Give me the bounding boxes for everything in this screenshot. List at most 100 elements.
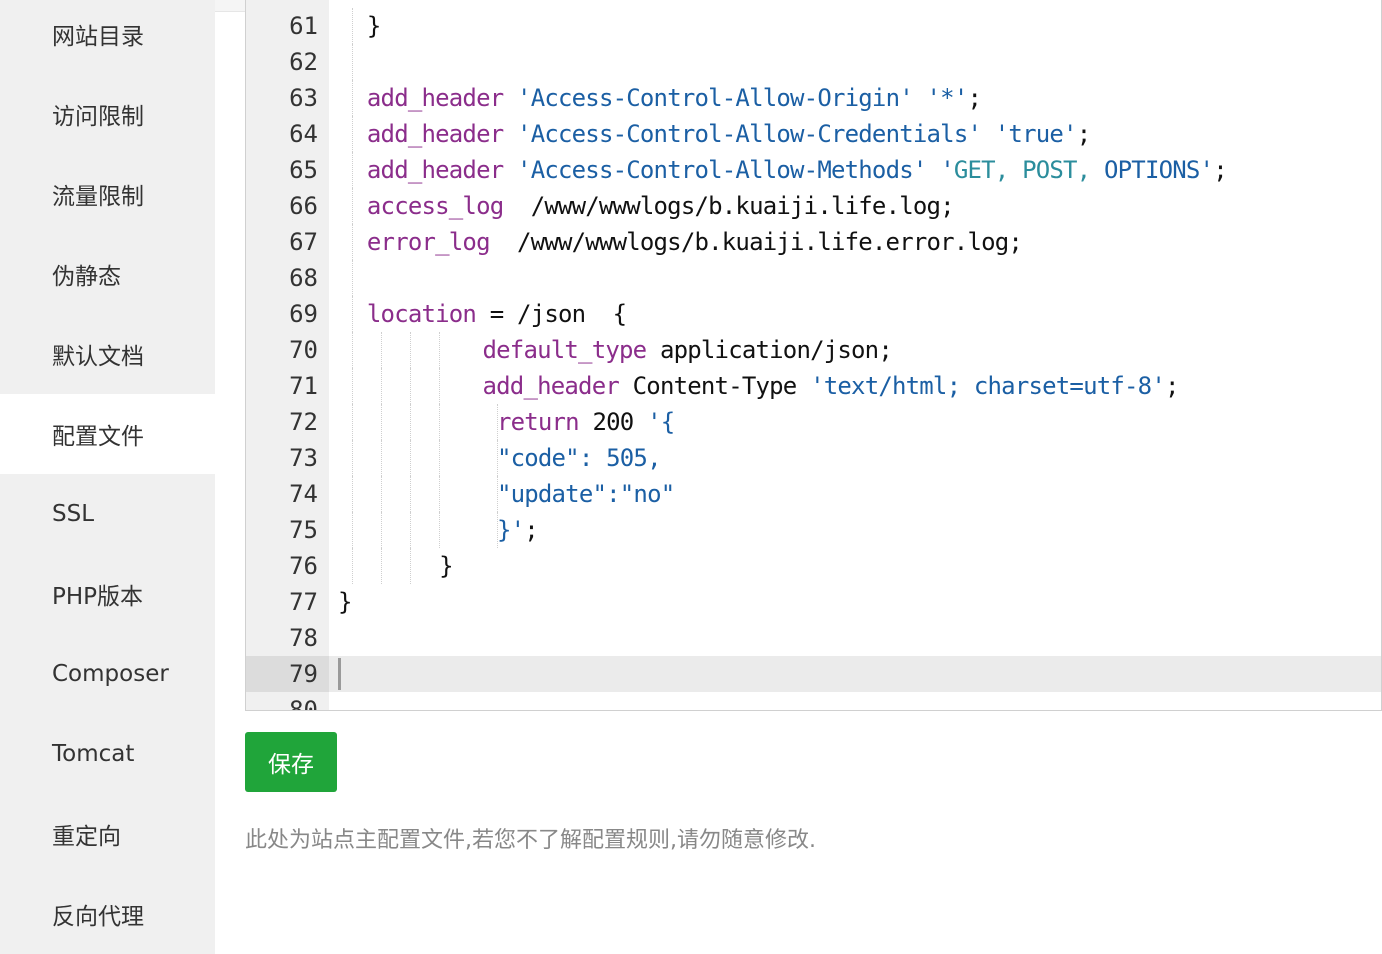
code-token: GET, POST, <box>953 156 1091 184</box>
code-line[interactable]: 79 <box>246 656 1381 692</box>
code-token: application/json; <box>646 336 893 364</box>
code-line[interactable]: 71 add_header Content-Type 'text/html; ch… <box>246 368 1381 404</box>
code-token: "update":"no" <box>496 480 675 508</box>
indent-guide <box>439 440 441 476</box>
sidebar-item[interactable]: Tomcat <box>0 714 215 794</box>
code-line[interactable]: 67 error_log /www/wwwlogs/b.kuaiji.life.e… <box>246 224 1381 260</box>
indent-guide <box>410 548 412 584</box>
code-text: default_type application/json; <box>483 332 893 368</box>
line-number: 69 <box>289 300 318 328</box>
code-line[interactable]: 75}'; <box>246 512 1381 548</box>
indent-guide <box>352 224 354 260</box>
sidebar-item[interactable]: 网站目录 <box>0 0 215 74</box>
line-number: 78 <box>289 624 318 652</box>
sidebar-item[interactable]: PHP版本 <box>0 554 215 634</box>
code-text: error_log /www/wwwlogs/b.kuaiji.life.err… <box>366 224 1023 260</box>
indent-guide <box>439 368 441 404</box>
indent-guide <box>352 368 354 404</box>
code-token: 'Access-Control-Allow-Origin' <box>517 84 914 112</box>
code-line[interactable]: 76} <box>246 548 1381 584</box>
code-line[interactable]: 69 location = /json { <box>246 296 1381 332</box>
code-token: }' <box>496 516 525 544</box>
code-line[interactable]: 61} <box>246 8 1381 44</box>
sidebar-item[interactable]: 访问限制 <box>0 74 215 154</box>
line-number: 71 <box>289 372 318 400</box>
text-cursor <box>338 658 341 690</box>
indent-guide <box>352 116 354 152</box>
indent-guide <box>352 8 354 44</box>
config-warning-text: 此处为站点主配置文件,若您不了解配置规则,请勿随意修改. <box>245 828 816 853</box>
code-line[interactable]: 77} <box>246 584 1381 620</box>
code-text: }'; <box>496 512 539 548</box>
line-number: 64 <box>289 120 318 148</box>
code-token: error_log <box>366 228 491 256</box>
indent-guide <box>410 512 412 548</box>
code-line[interactable]: 65 add_header 'Access-Control-Allow-Metho… <box>246 152 1381 188</box>
code-line[interactable]: 80 <box>246 692 1381 710</box>
line-number: 76 <box>289 552 318 580</box>
code-line[interactable]: 70 default_type application/json; <box>246 332 1381 368</box>
sidebar-item[interactable]: 配置文件 <box>0 394 215 474</box>
code-token: = /json { <box>476 300 627 328</box>
code-text: access_log /www/wwwlogs/b.kuaiji.life.lo… <box>366 188 955 224</box>
code-token: ; <box>524 516 538 544</box>
code-line[interactable]: 66 access_log /www/wwwlogs/b.kuaiji.life.… <box>246 188 1381 224</box>
code-text: "code": 505, <box>496 440 662 476</box>
sidebar-item[interactable]: Composer <box>0 634 215 714</box>
code-token: Content-Type <box>619 372 811 400</box>
code-line[interactable]: 74 "update":"no" <box>246 476 1381 512</box>
sidebar-item[interactable]: 伪静态 <box>0 234 215 314</box>
code-line[interactable]: 78 <box>246 620 1381 656</box>
settings-sidebar: 网站目录 访问限制 流量限制 伪静态 默认文档 配置文件 SSL PHP版本 Composer T… <box>0 0 215 954</box>
line-number: 67 <box>289 228 318 256</box>
code-text: return 200 '{ <box>496 404 675 440</box>
indent-guide <box>381 404 383 440</box>
line-number: 79 <box>246 656 329 692</box>
code-token: } <box>439 552 453 580</box>
sidebar-item[interactable]: 流量限制 <box>0 154 215 234</box>
line-number: 77 <box>289 588 318 616</box>
code-text: add_header Content-Type 'text/html; char… <box>483 368 1180 404</box>
indent-guide <box>410 332 412 368</box>
line-number: 61 <box>289 12 318 40</box>
line-number: 73 <box>289 444 318 472</box>
code-token: 200 <box>578 408 648 436</box>
indent-guide <box>439 476 441 512</box>
code-lines[interactable]: 61} 62 63 add_header 'Access-Control-Allow-… <box>246 8 1381 710</box>
indent-guide <box>352 440 354 476</box>
code-token: } <box>338 588 352 616</box>
indent-guide <box>439 404 441 440</box>
indent-guide <box>381 332 383 368</box>
code-token: "code": 505, <box>496 444 662 472</box>
config-code-editor[interactable]: 61} 62 63 add_header 'Access-Control-Allow-… <box>245 0 1382 711</box>
code-line[interactable]: 63 add_header 'Access-Control-Allow-Origi… <box>246 80 1381 116</box>
indent-guide <box>352 80 354 116</box>
code-token: ; <box>967 84 982 112</box>
sidebar-item[interactable]: 默认文档 <box>0 314 215 394</box>
indent-guide <box>352 476 354 512</box>
sidebar-item[interactable]: 反向代理 <box>0 874 215 954</box>
code-line[interactable]: 62 <box>246 44 1381 80</box>
code-token: access_log <box>366 192 504 220</box>
save-button[interactable]: 保存 <box>245 732 337 792</box>
code-text: } <box>338 584 352 620</box>
sidebar-item[interactable]: 重定向 <box>0 794 215 874</box>
line-number: 72 <box>289 408 318 436</box>
code-line[interactable]: 73 "code": 505, <box>246 440 1381 476</box>
code-token: OPTIONS' <box>1090 156 1214 184</box>
indent-guide <box>381 512 383 548</box>
code-token: ; <box>1076 120 1091 148</box>
code-token: add_header <box>366 156 504 184</box>
code-line[interactable]: 64 add_header 'Access-Control-Allow-Crede… <box>246 116 1381 152</box>
code-token: ' <box>940 156 954 184</box>
code-line[interactable]: 72 return 200 '{ <box>246 404 1381 440</box>
code-line[interactable]: 68 <box>246 260 1381 296</box>
indent-guide <box>381 368 383 404</box>
code-token: return <box>496 408 580 436</box>
indent-guide <box>352 296 354 332</box>
indent-guide <box>352 152 354 188</box>
sidebar-item[interactable]: SSL <box>0 474 215 554</box>
